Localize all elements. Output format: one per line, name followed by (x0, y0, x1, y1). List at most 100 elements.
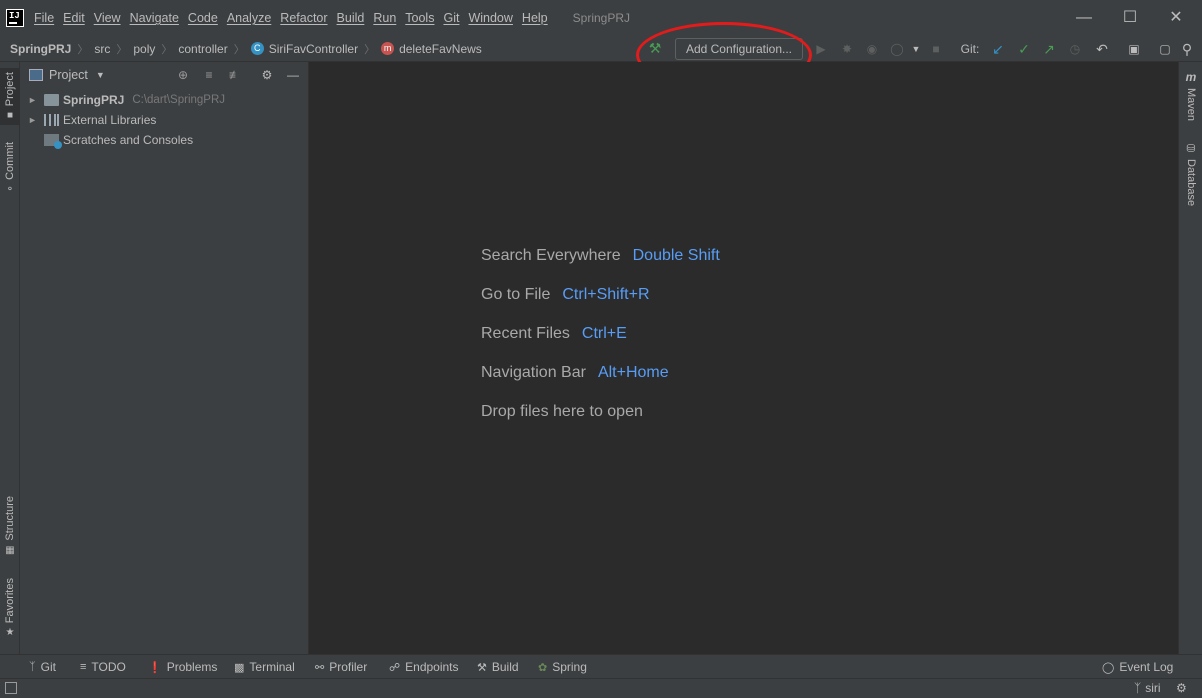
hide-panel-icon[interactable]: — (286, 68, 300, 82)
tab-git-label: Git (40, 660, 56, 674)
profile-icon[interactable]: ◯ (889, 41, 905, 57)
git-branch-widget[interactable]: ᛉ siri (1134, 681, 1161, 695)
debug-icon[interactable]: ✸ (839, 41, 855, 57)
expand-all-icon[interactable]: ≡ (202, 68, 216, 82)
intellij-logo-icon: IJ (6, 9, 24, 27)
tab-project[interactable]: Project ■ (0, 68, 20, 126)
git-update-icon[interactable]: ↙ (990, 41, 1006, 57)
menu-view[interactable]: View (94, 11, 121, 25)
menu-build[interactable]: Build (337, 11, 365, 25)
hint-navigation-bar: Navigation Bar Alt+Home (481, 364, 669, 382)
bottom-tool-bar: ᛉ Git ≡ TODO ❗ Problems ▩ Terminal ⚯ Profiler… (0, 654, 1202, 678)
menu-git[interactable]: Git (443, 11, 459, 25)
breadcrumb-poly[interactable]: poly (133, 42, 155, 56)
tab-endpoints[interactable]: ☍ Endpoints (389, 660, 459, 674)
rollback-icon[interactable]: ↶ (1094, 41, 1110, 57)
tab-event-log[interactable]: ◯ Event Log (1102, 660, 1173, 674)
hint-go-to-file: Go to File Ctrl+Shift+R (481, 286, 650, 304)
tree-item-external-libraries[interactable]: ► External Libraries (20, 110, 309, 130)
tab-commit-label: Commit (4, 142, 16, 180)
hammer-icon: ⚒ (477, 661, 487, 674)
tab-todo[interactable]: ≡ TODO (80, 660, 126, 674)
terminal-icon: ▩ (234, 661, 245, 674)
minimize-button[interactable]: — (1074, 8, 1094, 28)
close-button[interactable]: ✕ (1166, 8, 1186, 28)
coverage-icon[interactable]: ◉ (864, 41, 880, 57)
hint-recent-files: Recent Files Ctrl+E (481, 325, 627, 343)
git-branch-label: siri (1145, 681, 1161, 695)
menu-window[interactable]: Window (468, 11, 512, 25)
menu-help[interactable]: Help (522, 11, 548, 25)
menu-run[interactable]: Run (373, 11, 396, 25)
run-menu-caret-icon[interactable]: ▼ (908, 41, 924, 57)
run-icon[interactable]: ▶ (813, 41, 829, 57)
tab-build-label: Build (491, 660, 519, 674)
git-push-icon[interactable]: ↗ (1041, 41, 1057, 57)
maximize-button[interactable]: ☐ (1120, 8, 1140, 28)
project-view-selector[interactable]: Project (49, 68, 88, 82)
info-icon: ❗ (148, 661, 162, 674)
menu-analyze[interactable]: Analyze (227, 11, 271, 25)
hint-shortcut[interactable]: Ctrl+E (582, 325, 627, 342)
project-view-icon (29, 69, 43, 81)
terminal-window-icon[interactable]: ▢ (1157, 41, 1173, 57)
project-tool-window: Project ▼ ⊕ ≡ ≢ ⚙ — ► SpringPRJ C:\dart\… (20, 62, 309, 654)
add-configuration-button[interactable]: Add Configuration... (675, 38, 803, 60)
menu-navigate[interactable]: Navigate (130, 11, 179, 25)
gear-icon[interactable]: ⚙ (260, 68, 274, 82)
chevron-right-icon[interactable]: ► (28, 115, 38, 125)
tree-item-label: External Libraries (63, 113, 157, 127)
tab-terminal[interactable]: ▩ Terminal (234, 660, 295, 674)
right-tool-strip: m Maven ⛁ Database (1178, 62, 1202, 654)
tree-item-scratches[interactable]: Scratches and Consoles (20, 130, 309, 150)
tab-profiler[interactable]: ⚯ Profiler (315, 660, 367, 674)
event-log-icon: ◯ (1102, 661, 1115, 674)
inspector-icon[interactable]: ⚙ (1176, 681, 1187, 695)
tab-spring[interactable]: ✿ Spring (538, 660, 587, 674)
breadcrumb-separator-icon: 〉 (77, 43, 89, 56)
collapse-all-icon[interactable]: ≢ (228, 68, 242, 82)
menu-code[interactable]: Code (188, 11, 218, 25)
breadcrumb-src[interactable]: src (94, 42, 110, 56)
tab-structure[interactable]: Structure ▦ (0, 496, 20, 556)
hint-label: Search Everywhere (481, 247, 621, 264)
stop-icon[interactable]: ■ (928, 41, 944, 57)
tab-problems-label: Problems (166, 660, 218, 674)
tab-database[interactable]: ⛁ Database (1179, 142, 1202, 206)
tree-item-path: C:\dart\SpringPRJ (132, 94, 226, 106)
git-history-icon[interactable]: ◷ (1067, 41, 1083, 57)
tab-git[interactable]: ᛉ Git (29, 660, 56, 674)
project-structure-icon[interactable]: ▣ (1126, 41, 1142, 57)
tree-item-label: Scratches and Consoles (63, 133, 194, 147)
hint-shortcut[interactable]: Ctrl+Shift+R (562, 286, 649, 303)
hint-shortcut[interactable]: Alt+Home (598, 364, 669, 381)
chevron-right-icon[interactable]: ► (28, 95, 38, 105)
locate-file-icon[interactable]: ⊕ (176, 68, 190, 82)
hint-shortcut[interactable]: Double Shift (633, 247, 720, 264)
tab-structure-label: Structure (4, 496, 16, 541)
breadcrumb-class-label: SiriFavController (268, 41, 359, 56)
breadcrumb-class[interactable]: C SiriFavController (250, 41, 359, 56)
editor-empty-area[interactable]: Search Everywhere Double Shift Go to File… (310, 62, 1178, 654)
menu-tools[interactable]: Tools (405, 11, 434, 25)
tab-maven[interactable]: m Maven (1179, 70, 1202, 121)
chevron-down-icon[interactable]: ▼ (96, 70, 105, 80)
build-hammer-icon[interactable]: ⚒ (646, 40, 664, 58)
tab-problems[interactable]: ❗ Problems (148, 660, 217, 674)
search-icon[interactable]: ⚲ (1179, 41, 1195, 57)
menu-file[interactable]: File (34, 11, 54, 25)
tool-windows-toggle-icon[interactable] (5, 682, 17, 694)
menu-refactor[interactable]: Refactor (280, 11, 327, 25)
menu-edit[interactable]: Edit (63, 11, 85, 25)
breadcrumb-method[interactable]: m deleteFavNews (381, 42, 482, 56)
git-commit-icon[interactable]: ✓ (1016, 41, 1032, 57)
structure-icon: ▦ (5, 544, 15, 556)
breadcrumb-project[interactable]: SpringPRJ (10, 42, 71, 56)
breadcrumb-controller[interactable]: controller (178, 42, 227, 56)
tab-commit[interactable]: Commit ⚬ (0, 142, 20, 195)
tree-item-springprj[interactable]: ► SpringPRJ C:\dart\SpringPRJ (20, 90, 309, 110)
breadcrumb-separator-icon: 〉 (233, 43, 245, 56)
tab-build[interactable]: ⚒ Build (477, 660, 519, 674)
breadcrumb-separator-icon: 〉 (161, 43, 173, 56)
tab-favorites[interactable]: Favorites ★ (0, 578, 20, 638)
